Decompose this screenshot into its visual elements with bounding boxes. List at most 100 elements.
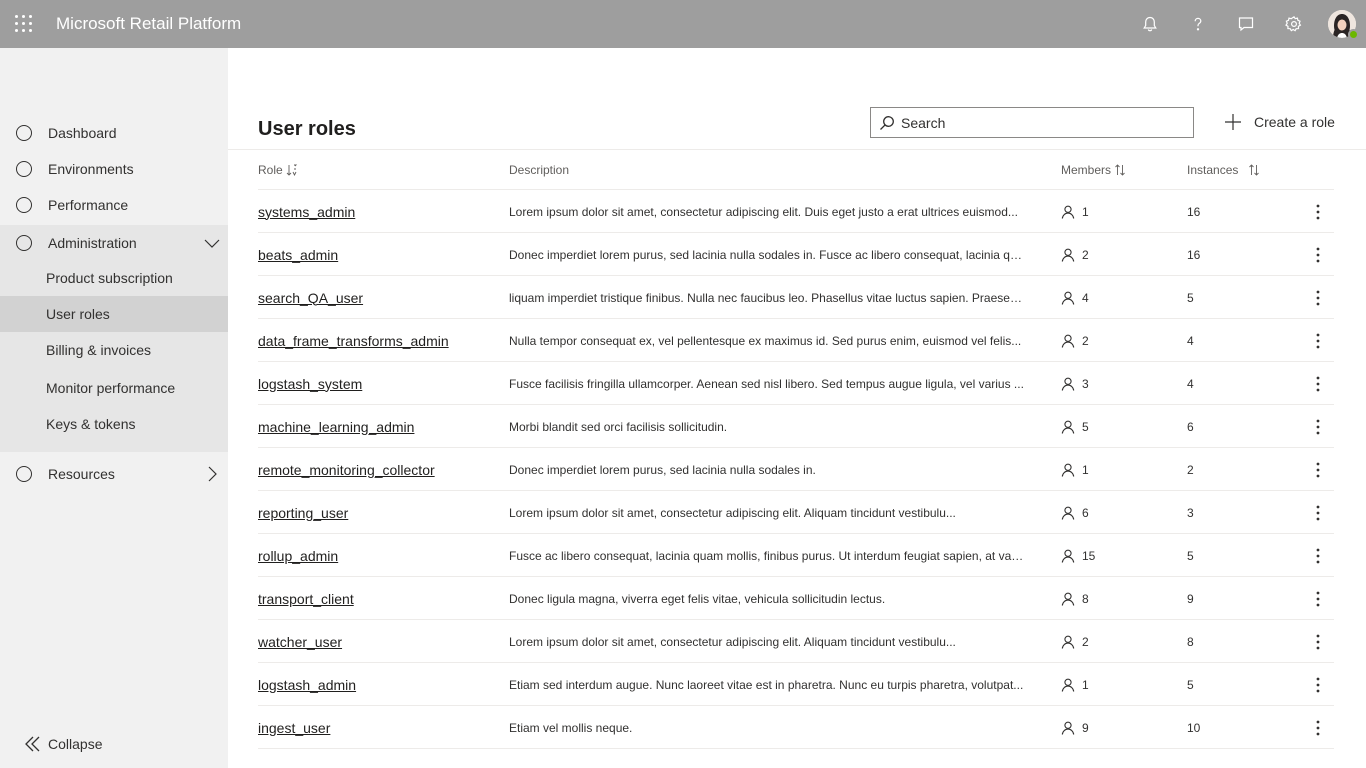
instances-count: 5 [1187, 677, 1194, 692]
search-input[interactable] [901, 112, 1181, 134]
notification-bell-icon[interactable] [1126, 0, 1174, 48]
row-more-actions-button[interactable] [1308, 319, 1328, 362]
row-more-actions-button[interactable] [1308, 448, 1328, 491]
sidebar-subitem-keys-tokens[interactable]: Keys & tokens [0, 406, 228, 442]
role-name-link[interactable]: beats_admin [258, 233, 338, 276]
person-icon [1061, 549, 1075, 563]
double-chevron-left-icon [25, 736, 40, 752]
instances-count: 4 [1187, 333, 1194, 348]
presence-available-badge [1348, 29, 1359, 40]
more-vertical-icon [1316, 376, 1320, 391]
instances-count: 8 [1187, 634, 1194, 649]
role-name-link[interactable]: search_QA_user [258, 276, 363, 319]
role-name-link[interactable]: systems_admin [258, 190, 355, 233]
sidebar-subitem-product-subscription[interactable]: Product subscription [0, 260, 228, 296]
sort-icon [1115, 164, 1125, 176]
table-row[interactable]: ingest_user Etiam vel mollis neque. 9 10 [258, 706, 1334, 749]
sidebar-item-environments[interactable]: Environments [0, 151, 228, 187]
sidebar-subitem-label: Monitor performance [46, 380, 176, 396]
role-name-link[interactable]: reporting_user [258, 491, 348, 534]
role-name-link[interactable]: rollup_admin [258, 534, 338, 577]
person-icon [1061, 721, 1075, 735]
row-more-actions-button[interactable] [1308, 577, 1328, 620]
role-description: Nulla tempor consequat ex, vel pellentes… [509, 333, 1022, 348]
main-content: User roles Create a role Role Descriptio… [228, 48, 1366, 768]
members-count: 1 [1061, 190, 1089, 233]
role-name-link[interactable]: remote_monitoring_collector [258, 448, 435, 491]
role-description: Fusce ac libero consequat, lacinia quam … [509, 548, 1024, 563]
sidebar-subitem-monitor-performance[interactable]: Monitor performance [0, 370, 228, 406]
row-more-actions-button[interactable] [1308, 663, 1328, 706]
role-name-link[interactable]: machine_learning_admin [258, 405, 414, 448]
row-more-actions-button[interactable] [1308, 405, 1328, 448]
help-icon[interactable] [1174, 0, 1222, 48]
row-more-actions-button[interactable] [1308, 233, 1328, 276]
column-header-members[interactable]: Members [1061, 163, 1126, 177]
more-vertical-icon [1316, 462, 1320, 477]
row-more-actions-button[interactable] [1308, 491, 1328, 534]
role-name-link[interactable]: logstash_admin [258, 663, 356, 706]
sidebar-subitem-user-roles[interactable]: User roles [0, 296, 228, 332]
table-row[interactable]: watcher_user Lorem ipsum dolor sit amet, … [258, 620, 1334, 663]
table-row[interactable]: data_frame_transforms_admin Nulla tempor … [258, 319, 1334, 362]
more-vertical-icon [1316, 247, 1320, 262]
collapse-sidebar-button[interactable]: Collapse [24, 734, 102, 754]
circle-icon [16, 235, 32, 251]
feedback-icon[interactable] [1222, 0, 1270, 48]
table-row[interactable]: reporting_user Lorem ipsum dolor sit amet… [258, 491, 1334, 534]
sidebar-item-performance[interactable]: Performance [0, 187, 228, 223]
role-name-link[interactable]: ingest_user [258, 706, 330, 749]
user-avatar[interactable] [1328, 10, 1359, 40]
column-header-role[interactable]: Role [258, 163, 298, 177]
sidebar-item-resources[interactable]: Resources [0, 456, 228, 492]
circle-icon [16, 125, 32, 141]
sidebar-item-dashboard[interactable]: Dashboard [0, 115, 228, 151]
table-row[interactable]: systems_admin Lorem ipsum dolor sit amet,… [258, 190, 1334, 233]
role-description: Donec ligula magna, viverra eget felis v… [509, 591, 886, 606]
table-row[interactable]: rollup_admin Fusce ac libero consequat, l… [258, 534, 1334, 577]
settings-gear-icon[interactable] [1270, 0, 1318, 48]
table-row[interactable]: logstash_admin Etiam sed interdum augue. … [258, 663, 1334, 706]
row-more-actions-button[interactable] [1308, 620, 1328, 663]
collapse-label: Collapse [48, 736, 103, 752]
role-name-link[interactable]: watcher_user [258, 620, 342, 663]
row-more-actions-button[interactable] [1308, 706, 1328, 749]
instances-count: 16 [1187, 204, 1201, 219]
table-row[interactable]: search_QA_user liquam imperdiet tristique… [258, 276, 1334, 319]
row-more-actions-button[interactable] [1308, 276, 1328, 319]
row-more-actions-button[interactable] [1308, 190, 1328, 233]
sidebar-subitem-billing-invoices[interactable]: Billing & invoices [0, 332, 228, 368]
person-icon [1061, 205, 1075, 219]
more-vertical-icon [1316, 720, 1320, 735]
table-row[interactable]: logstash_system Fusce facilisis fringilla… [258, 362, 1334, 405]
role-name-link[interactable]: logstash_system [258, 362, 362, 405]
role-description: Morbi blandit sed orci facilisis sollici… [509, 419, 728, 434]
row-more-actions-button[interactable] [1308, 362, 1328, 405]
sidebar-subitem-label: Keys & tokens [46, 416, 136, 432]
members-count: 8 [1061, 577, 1089, 620]
person-icon [1061, 506, 1075, 520]
table-row[interactable]: transport_client Donec ligula magna, vive… [258, 577, 1334, 620]
top-bar-actions [1126, 0, 1366, 48]
circle-icon [16, 161, 32, 177]
create-role-button[interactable]: Create a role [1224, 110, 1335, 134]
sidebar-item-label: Dashboard [48, 125, 117, 141]
search-icon [880, 116, 894, 130]
table-row[interactable]: beats_admin Donec imperdiet lorem purus, … [258, 233, 1334, 276]
instances-count: 5 [1187, 548, 1194, 563]
sidebar-item-administration[interactable]: Administration [0, 225, 228, 261]
role-description: Etiam sed interdum augue. Nunc laoreet v… [509, 677, 1024, 692]
search-box[interactable] [870, 107, 1194, 138]
sidebar-subitem-label: User roles [46, 306, 110, 322]
sidebar-item-label: Environments [48, 161, 134, 177]
person-icon [1061, 248, 1075, 262]
row-more-actions-button[interactable] [1308, 534, 1328, 577]
role-description: Donec imperdiet lorem purus, sed lacinia… [509, 462, 816, 477]
role-name-link[interactable]: data_frame_transforms_admin [258, 319, 449, 362]
role-name-link[interactable]: transport_client [258, 577, 354, 620]
table-row[interactable]: remote_monitoring_collector Donec imperdi… [258, 448, 1334, 491]
app-launcher-icon[interactable] [15, 15, 33, 33]
column-header-instances[interactable]: Instances [1187, 163, 1260, 177]
table-row[interactable]: machine_learning_admin Morbi blandit sed … [258, 405, 1334, 448]
app-title: Microsoft Retail Platform [56, 14, 242, 33]
